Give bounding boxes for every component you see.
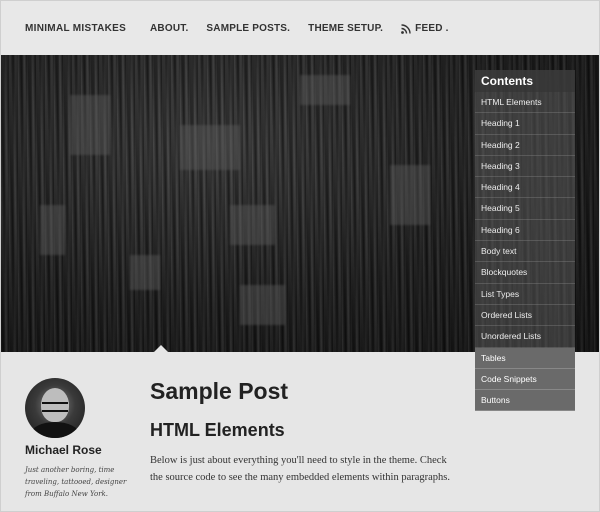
texture-patch [240, 285, 285, 325]
texture-patch [230, 205, 275, 245]
main-nav: ABOUT. SAMPLE POSTS. THEME SETUP. FEED . [150, 23, 467, 34]
toc-title: Contents [475, 70, 575, 92]
nav-label: FEED . [415, 23, 449, 34]
post-body-paragraph: Below is just about everything you'll ne… [150, 455, 451, 483]
author-avatar [25, 378, 85, 438]
toc-item-heading-4[interactable]: Heading 4 [475, 177, 575, 199]
post-title: Sample Post [150, 378, 289, 404]
top-navigation-bar: MINIMAL MISTAKES ABOUT. SAMPLE POSTS. TH… [0, 0, 600, 55]
nav-label: SAMPLE POSTS. [206, 23, 291, 34]
toc-item-heading-2[interactable]: Heading 2 [475, 134, 575, 156]
avatar-glasses [42, 402, 68, 412]
nav-item-feed[interactable]: FEED . [401, 23, 448, 34]
nav-label: THEME SETUP. [308, 23, 384, 34]
toc-item-list-types[interactable]: List Types [475, 283, 575, 305]
nav-item-sample-posts[interactable]: SAMPLE POSTS. [206, 23, 290, 34]
toc-item-ordered-lists[interactable]: Ordered Lists [475, 304, 575, 327]
site-title[interactable]: MINIMAL MISTAKES [25, 23, 126, 34]
toc-item-heading-3[interactable]: Heading 3 [475, 155, 575, 178]
table-of-contents: Contents HTML Elements Heading 1 Heading… [475, 70, 575, 412]
texture-patch [180, 125, 240, 170]
texture-patch [130, 255, 160, 290]
texture-patch [390, 165, 430, 225]
author-name: Michael Rose [25, 443, 102, 457]
author-bio: Just another boring, time traveling, tat… [25, 466, 127, 498]
rss-icon [401, 23, 411, 34]
toc-item-body-text[interactable]: Body text [475, 241, 575, 263]
toc-item-tables[interactable]: Tables [475, 347, 575, 369]
toc-item-buttons[interactable]: Buttons [475, 390, 575, 412]
nav-item-about[interactable]: ABOUT. [150, 23, 188, 34]
texture-patch [300, 75, 350, 105]
texture-patch [70, 95, 110, 155]
texture-patch [40, 205, 65, 255]
nav-label: ABOUT. [150, 23, 189, 34]
nav-item-theme-setup[interactable]: THEME SETUP. [308, 23, 383, 34]
hero-pointer [153, 345, 169, 353]
avatar-shirt [31, 422, 79, 438]
section-heading: HTML Elements [150, 420, 285, 440]
toc-item-heading-1[interactable]: Heading 1 [475, 113, 575, 135]
toc-item-html-elements[interactable]: HTML Elements [475, 92, 575, 114]
toc-item-blockquotes[interactable]: Blockquotes [475, 262, 575, 284]
toc-item-heading-5[interactable]: Heading 5 [475, 198, 575, 220]
toc-item-code-snippets[interactable]: Code Snippets [475, 368, 575, 391]
toc-item-unordered-lists[interactable]: Unordered Lists [475, 326, 575, 348]
toc-item-heading-6[interactable]: Heading 6 [475, 219, 575, 242]
